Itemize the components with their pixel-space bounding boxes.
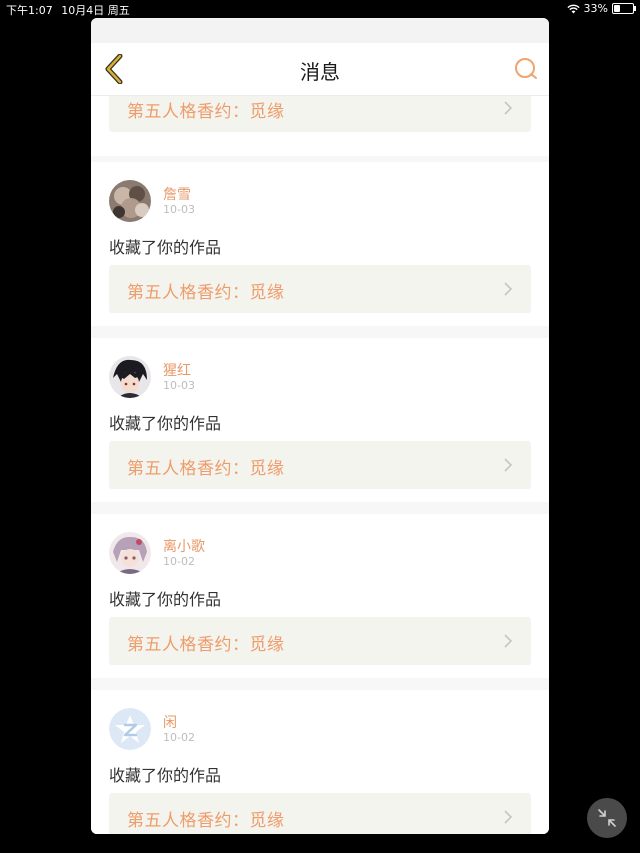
search-icon [515, 58, 537, 79]
work-title: 第五人格香约：觅缘 [127, 459, 285, 479]
avatar[interactable] [109, 708, 151, 750]
work-title: 第五人格香约：觅缘 [127, 102, 285, 122]
username[interactable]: 闲 [163, 712, 177, 732]
username[interactable]: 猩红 [163, 360, 191, 380]
search-button[interactable] [513, 57, 539, 81]
top-strip [91, 18, 549, 43]
work-link[interactable]: 第五人格香约：觅缘 [109, 793, 531, 834]
chevron-right-icon [504, 458, 513, 472]
avatar[interactable] [109, 532, 151, 574]
work-link[interactable]: 第五人格香约：觅缘 [109, 441, 531, 489]
message-panel: 消息 第五人格香约：觅缘 詹雪 10-03 收藏了你的作品 第五人格香约：觅缘 … [91, 18, 549, 834]
avatar[interactable] [109, 356, 151, 398]
work-link[interactable]: 第五人格香约：觅缘 [109, 617, 531, 665]
navigation-bar: 消息 [91, 43, 549, 96]
action-text: 收藏了你的作品 [109, 590, 222, 609]
work-title: 第五人格香约：觅缘 [127, 635, 285, 655]
collapse-icon [598, 809, 616, 827]
action-text: 收藏了你的作品 [109, 766, 222, 785]
work-link[interactable]: 第五人格香约：觅缘 [109, 96, 531, 132]
chevron-right-icon [504, 634, 513, 648]
status-bar: 下午1:07 10月4日 周五 33% [0, 0, 640, 18]
chevron-right-icon [504, 101, 513, 115]
timestamp: 10-02 [163, 731, 195, 744]
status-left: 下午1:07 10月4日 周五 [6, 2, 135, 18]
battery-icon [612, 3, 636, 14]
notification-card: 离小歌 10-02 收藏了你的作品 第五人格香约：觅缘 [91, 514, 549, 678]
notification-card-partial: 第五人格香约：觅缘 [91, 96, 549, 156]
username[interactable]: 离小歌 [163, 536, 205, 556]
status-right: 33% [566, 2, 636, 15]
timestamp: 10-02 [163, 555, 195, 568]
wifi-icon [566, 4, 580, 13]
work-title: 第五人格香约：觅缘 [127, 283, 285, 303]
action-text: 收藏了你的作品 [109, 238, 222, 257]
status-time: 下午1:07 [6, 4, 53, 17]
page-title: 消息 [300, 60, 340, 84]
notification-list: 第五人格香约：觅缘 詹雪 10-03 收藏了你的作品 第五人格香约：觅缘 猩红 … [91, 96, 549, 834]
chevron-right-icon [504, 810, 513, 824]
notification-card: 猩红 10-03 收藏了你的作品 第五人格香约：觅缘 [91, 338, 549, 502]
minimize-button[interactable] [587, 798, 627, 838]
avatar[interactable] [109, 180, 151, 222]
username[interactable]: 詹雪 [163, 184, 191, 204]
work-title: 第五人格香约：觅缘 [127, 811, 285, 831]
timestamp: 10-03 [163, 203, 195, 216]
work-link[interactable]: 第五人格香约：觅缘 [109, 265, 531, 313]
status-date: 10月4日 周五 [61, 4, 130, 17]
action-text: 收藏了你的作品 [109, 414, 222, 433]
timestamp: 10-03 [163, 379, 195, 392]
notification-card: 詹雪 10-03 收藏了你的作品 第五人格香约：觅缘 [91, 162, 549, 326]
chevron-right-icon [504, 282, 513, 296]
battery-percent: 33% [583, 2, 608, 15]
battery-fill [614, 5, 620, 12]
notification-card: 闲 10-02 收藏了你的作品 第五人格香约：觅缘 [91, 690, 549, 834]
